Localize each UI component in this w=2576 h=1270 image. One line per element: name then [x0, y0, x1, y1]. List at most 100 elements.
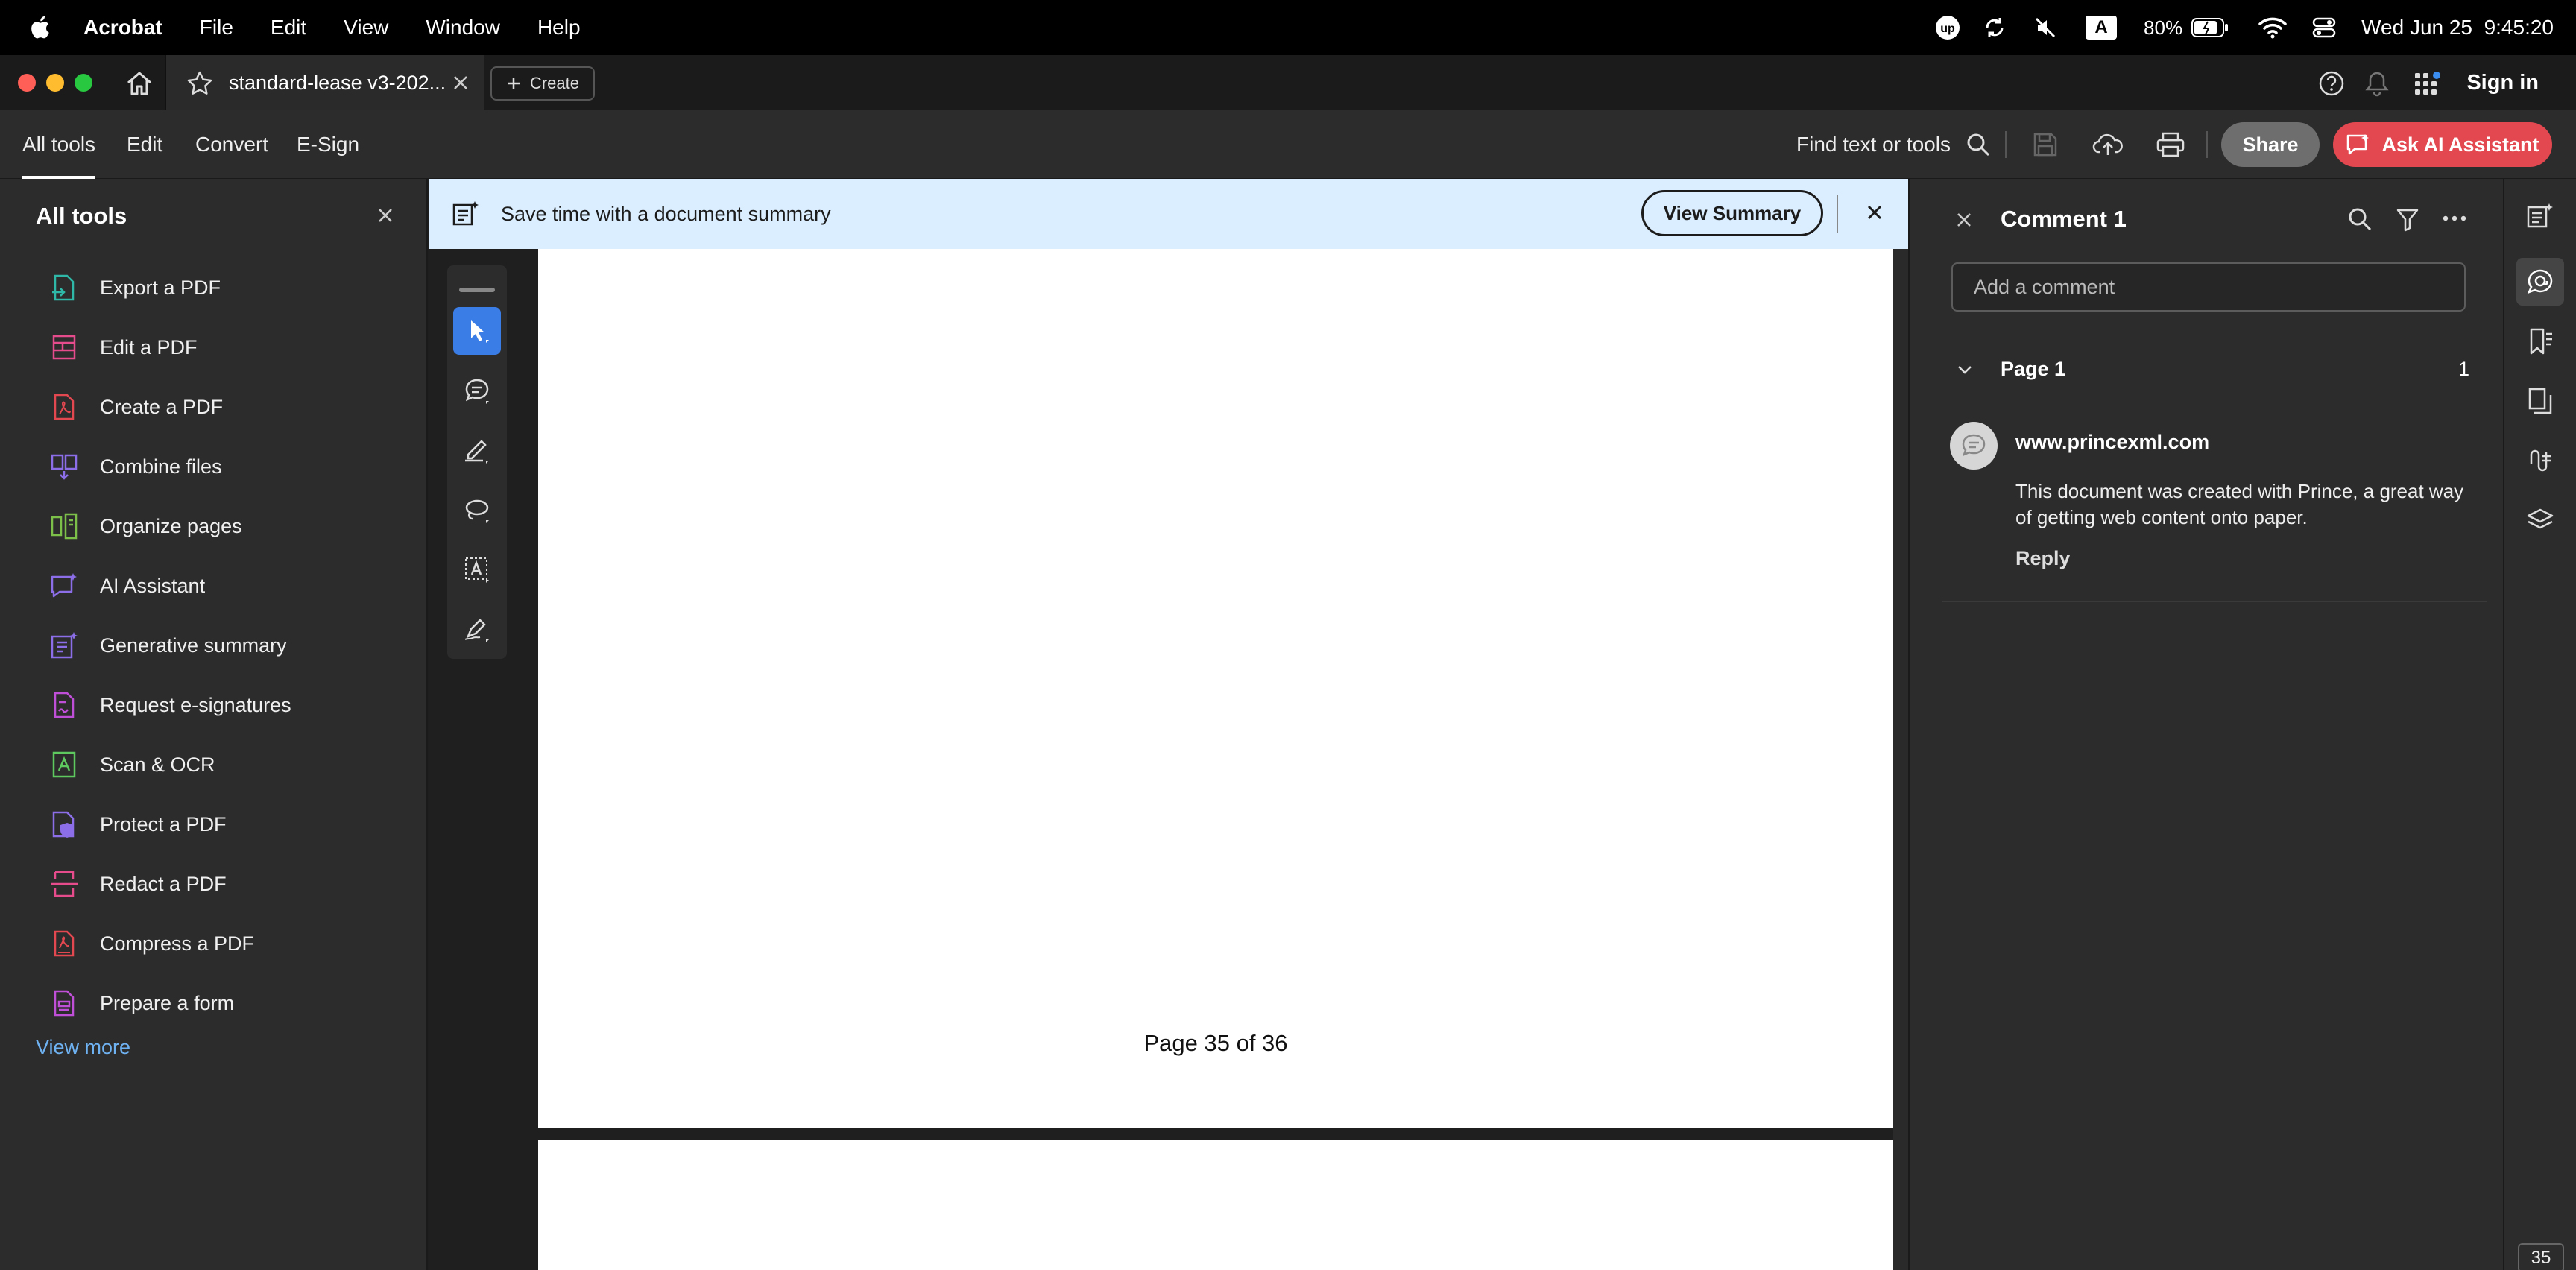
- tool-ai-assistant[interactable]: AI Assistant: [49, 563, 205, 608]
- apps-grid-icon[interactable]: [2414, 70, 2443, 97]
- search-icon[interactable]: [2346, 206, 2373, 233]
- tab-edit[interactable]: Edit: [127, 110, 162, 179]
- select-tool-button[interactable]: [453, 307, 501, 355]
- page-number-badge[interactable]: 35: [2518, 1243, 2564, 1270]
- find-label: Find text or tools: [1796, 133, 1951, 156]
- draw-tool-button[interactable]: [453, 486, 501, 534]
- avatar: [1950, 422, 1998, 470]
- tool-scan-ocr[interactable]: Scan & OCR: [49, 742, 215, 787]
- menu-file[interactable]: File: [200, 16, 233, 40]
- combine-files-icon: [49, 452, 79, 481]
- tab-convert[interactable]: Convert: [195, 110, 268, 179]
- tool-prepare-form[interactable]: Prepare a form: [49, 981, 234, 1026]
- tab-esign[interactable]: E-Sign: [297, 110, 359, 179]
- menu-edit[interactable]: Edit: [271, 16, 306, 40]
- tab-close-icon[interactable]: [452, 75, 469, 91]
- svg-text:up: up: [1940, 22, 1955, 35]
- tool-generative-summary[interactable]: Generative summary: [49, 623, 287, 668]
- print-icon[interactable]: [2154, 128, 2187, 161]
- chevron-down-icon[interactable]: [1956, 364, 1974, 376]
- comment-group-label[interactable]: Page 1: [2001, 358, 2065, 381]
- ask-ai-label: Ask AI Assistant: [2381, 133, 2539, 156]
- tool-label: Redact a PDF: [100, 872, 227, 895]
- sync-icon[interactable]: [1983, 16, 2007, 40]
- apple-icon[interactable]: [28, 15, 51, 40]
- help-icon[interactable]: [2318, 70, 2345, 97]
- close-icon[interactable]: [1956, 212, 1972, 228]
- tool-label: Scan & OCR: [100, 753, 215, 776]
- tool-export-pdf[interactable]: Export a PDF: [49, 265, 221, 310]
- tool-edit-pdf[interactable]: Edit a PDF: [49, 325, 198, 370]
- window-zoom-button[interactable]: [75, 74, 92, 92]
- tool-label: Combine files: [100, 455, 222, 478]
- rail-bookmarks-button[interactable]: [2516, 318, 2564, 365]
- document-viewer[interactable]: Page 35 of 36: [429, 249, 1908, 1270]
- document-scrollbar[interactable]: [1893, 249, 1908, 1270]
- rail-pages-button[interactable]: [2516, 377, 2564, 425]
- view-more-link[interactable]: View more: [36, 1036, 130, 1059]
- share-button[interactable]: Share: [2221, 122, 2320, 167]
- tool-combine-files[interactable]: Combine files: [49, 444, 222, 489]
- rail-layers-button[interactable]: [2516, 496, 2564, 544]
- menu-view[interactable]: View: [344, 16, 388, 40]
- close-icon[interactable]: [377, 207, 394, 224]
- menu-app-name[interactable]: Acrobat: [83, 16, 162, 40]
- more-options-icon[interactable]: [2442, 215, 2467, 222]
- close-icon[interactable]: [1865, 203, 1884, 222]
- notifications-icon[interactable]: [2364, 70, 2390, 97]
- mute-icon[interactable]: [2033, 16, 2057, 40]
- tool-compress-pdf[interactable]: Compress a PDF: [49, 921, 254, 966]
- pdf-page[interactable]: Page 35 of 36: [538, 249, 1893, 1128]
- drag-handle[interactable]: [459, 288, 495, 292]
- star-icon[interactable]: [187, 71, 212, 95]
- organize-pages-icon: [49, 511, 79, 541]
- tool-organize-pages[interactable]: Organize pages: [49, 504, 242, 549]
- battery-icon[interactable]: [2191, 18, 2229, 37]
- rail-attachments-button[interactable]: [2516, 437, 2564, 484]
- tab-document[interactable]: standard-lease v3-202...: [165, 55, 484, 110]
- all-tools-panel: All tools Export a PDF Edit a PDF Create…: [0, 179, 428, 1270]
- upwork-icon[interactable]: up: [1935, 15, 1960, 40]
- comment-tool-button[interactable]: [453, 367, 501, 414]
- add-comment-input[interactable]: Add a comment: [1951, 262, 2466, 312]
- upload-cloud-icon[interactable]: [2092, 128, 2124, 161]
- save-icon[interactable]: [2029, 128, 2062, 161]
- view-summary-button[interactable]: View Summary: [1641, 190, 1823, 236]
- tool-label: Request e-signatures: [100, 693, 291, 716]
- tab-all-tools[interactable]: All tools: [22, 110, 96, 179]
- window-minimize-button[interactable]: [46, 74, 64, 92]
- protect-pdf-icon: [49, 809, 79, 839]
- ai-assistant-icon: [49, 571, 79, 601]
- find-tools-button[interactable]: Find text or tools: [1796, 110, 1991, 179]
- tool-redact-pdf[interactable]: Redact a PDF: [49, 862, 227, 906]
- sign-in-button[interactable]: Sign in: [2466, 55, 2539, 110]
- sign-tool-button[interactable]: [453, 605, 501, 653]
- clock[interactable]: Wed Jun 25 9:45:20: [2361, 16, 2554, 40]
- tool-create-pdf[interactable]: Create a PDF: [49, 385, 223, 429]
- highlight-tool-button[interactable]: [453, 426, 501, 474]
- tool-request-esignatures[interactable]: Request e-signatures: [49, 683, 291, 727]
- create-tab-button[interactable]: Create: [490, 66, 595, 101]
- menu-window[interactable]: Window: [426, 16, 500, 40]
- bookmark-icon: [2525, 326, 2555, 356]
- generative-summary-icon: [452, 200, 480, 228]
- wifi-icon[interactable]: [2258, 16, 2287, 39]
- reply-button[interactable]: Reply: [2015, 547, 2071, 570]
- text-box-icon: [462, 555, 492, 584]
- tool-protect-pdf[interactable]: Protect a PDF: [49, 802, 227, 847]
- banner-divider: [1837, 195, 1838, 233]
- pdf-page[interactable]: [538, 1140, 1893, 1270]
- menu-help[interactable]: Help: [537, 16, 581, 40]
- input-source-icon[interactable]: A: [2086, 16, 2118, 40]
- banner-text: Save time with a document summary: [501, 202, 831, 225]
- window-close-button[interactable]: [18, 74, 36, 92]
- home-icon[interactable]: [125, 70, 154, 97]
- ai-assistant-icon: [2346, 133, 2371, 157]
- filter-icon[interactable]: [2396, 207, 2419, 233]
- ask-ai-assistant-button[interactable]: Ask AI Assistant: [2333, 122, 2552, 167]
- rail-comments-button[interactable]: [2516, 258, 2564, 306]
- text-box-tool-button[interactable]: [453, 546, 501, 593]
- rail-generative-summary-button[interactable]: [2516, 192, 2564, 240]
- control-center-icon[interactable]: [2312, 16, 2336, 39]
- create-tab-label: Create: [529, 74, 580, 92]
